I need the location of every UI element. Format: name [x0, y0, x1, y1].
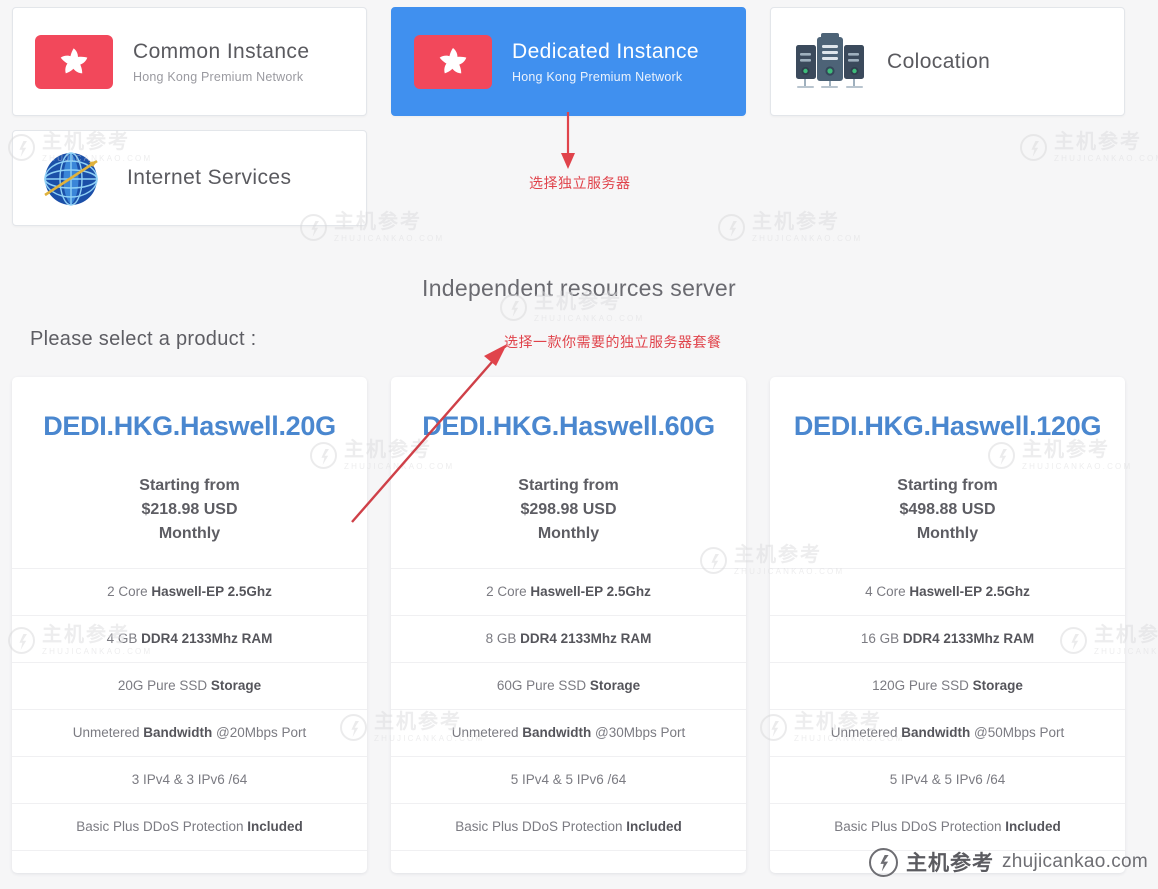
price-amount: $218.98 USD — [141, 501, 238, 518]
product-spec-list: 2 Core Haswell-EP 2.5Ghz 8 GB DDR4 2133Mh… — [391, 568, 746, 851]
product-list: DEDI.HKG.Haswell.20G Starting from $218.… — [0, 377, 1158, 873]
watermark-url-text: ZHUJICANKAO.COM — [334, 234, 445, 243]
price-period: Monthly — [158, 525, 221, 542]
product-spec-row: 60G Pure SSD Storage — [391, 662, 746, 709]
annotation-select-package: 选择一款你需要的独立服务器套餐 — [504, 334, 722, 350]
price-period: Monthly — [916, 525, 979, 542]
product-spec-row: 4 Core Haswell-EP 2.5Ghz — [770, 568, 1125, 615]
hong-kong-flag-icon — [35, 34, 113, 89]
product-spec-row: 20G Pure SSD Storage — [12, 662, 367, 709]
product-card-60g[interactable]: DEDI.HKG.Haswell.60G Starting from $298.… — [391, 377, 746, 873]
product-spec-row: 16 GB DDR4 2133Mhz RAM — [770, 615, 1125, 662]
product-spec-row: 8 GB DDR4 2133Mhz RAM — [391, 615, 746, 662]
product-title: DEDI.HKG.Haswell.120G — [793, 411, 1102, 441]
category-card-common-instance[interactable]: Common Instance Hong Kong Premium Networ… — [12, 7, 367, 116]
product-spec-row: 5 IPv4 & 5 IPv6 /64 — [770, 756, 1125, 803]
product-price-block: Starting from $498.88 USD Monthly — [770, 474, 1125, 546]
hong-kong-flag-icon — [414, 34, 492, 89]
product-card-120g[interactable]: DEDI.HKG.Haswell.120G Starting from $498… — [770, 377, 1125, 873]
category-subtitle: Hong Kong Premium Network — [512, 69, 683, 84]
watermark-url-text: ZHUJICANKAO.COM — [534, 314, 645, 323]
globe-icon — [35, 145, 107, 211]
category-title: Internet Services — [127, 166, 292, 189]
watermark-url-text: ZHUJICANKAO.COM — [752, 234, 863, 243]
category-title: Colocation — [887, 49, 991, 73]
price-prefix: Starting from — [897, 477, 998, 494]
product-price-block: Starting from $298.98 USD Monthly — [391, 474, 746, 546]
price-period: Monthly — [537, 525, 600, 542]
product-card-20g[interactable]: DEDI.HKG.Haswell.20G Starting from $218.… — [12, 377, 367, 873]
section-title: Independent resources server — [422, 275, 736, 301]
category-subtitle: Hong Kong Premium Network — [133, 69, 304, 84]
product-spec-row: Unmetered Bandwidth @20Mbps Port — [12, 709, 367, 756]
select-product-label: Please select a product : — [30, 328, 257, 350]
category-card-dedicated-instance[interactable]: Dedicated Instance Hong Kong Premium Net… — [391, 7, 746, 116]
watermark-url-text: zhujicankao.com — [1001, 851, 1148, 872]
zhujicankao-logo-icon — [868, 847, 898, 877]
category-selector: Common Instance Hong Kong Premium Networ… — [0, 0, 1158, 233]
category-title: Common Instance — [133, 39, 310, 63]
product-spec-row: 2 Core Haswell-EP 2.5Ghz — [12, 568, 367, 615]
price-prefix: Starting from — [139, 477, 240, 494]
product-spec-row: Basic Plus DDoS Protection Included — [391, 803, 746, 851]
category-card-colocation[interactable]: Colocation — [770, 7, 1125, 116]
product-spec-row: 2 Core Haswell-EP 2.5Ghz — [391, 568, 746, 615]
category-row-primary: Common Instance Hong Kong Premium Networ… — [0, 0, 1158, 123]
product-spec-row: Unmetered Bandwidth @50Mbps Port — [770, 709, 1125, 756]
product-spec-row: Basic Plus DDoS Protection Included — [770, 803, 1125, 851]
price-prefix: Starting from — [518, 477, 619, 494]
category-card-internet-services[interactable]: Internet Services — [12, 130, 367, 226]
price-amount: $298.98 USD — [520, 501, 617, 518]
product-spec-row: 3 IPv4 & 3 IPv6 /64 — [12, 756, 367, 803]
product-spec-row: Unmetered Bandwidth @30Mbps Port — [391, 709, 746, 756]
product-title: DEDI.HKG.Haswell.60G — [422, 411, 715, 441]
site-watermark: 主机参考 zhujicankao.com — [868, 847, 1148, 877]
server-rack-icon — [793, 31, 867, 93]
product-price-block: Starting from $218.98 USD Monthly — [12, 474, 367, 546]
product-spec-row: 5 IPv4 & 5 IPv6 /64 — [391, 756, 746, 803]
product-spec-list: 4 Core Haswell-EP 2.5Ghz 16 GB DDR4 2133M… — [770, 568, 1125, 851]
price-amount: $498.88 USD — [899, 501, 996, 518]
product-spec-row: Basic Plus DDoS Protection Included — [12, 803, 367, 851]
product-spec-row: 4 GB DDR4 2133Mhz RAM — [12, 615, 367, 662]
product-spec-list: 2 Core Haswell-EP 2.5Ghz 4 GB DDR4 2133Mh… — [12, 568, 367, 851]
product-title: DEDI.HKG.Haswell.20G — [43, 411, 336, 441]
product-spec-row: 120G Pure SSD Storage — [770, 662, 1125, 709]
annotation-select-dedicated: 选择独立服务器 — [529, 175, 631, 191]
watermark-cn-text: 主机参考 — [905, 852, 994, 875]
category-title: Dedicated Instance — [512, 39, 699, 63]
